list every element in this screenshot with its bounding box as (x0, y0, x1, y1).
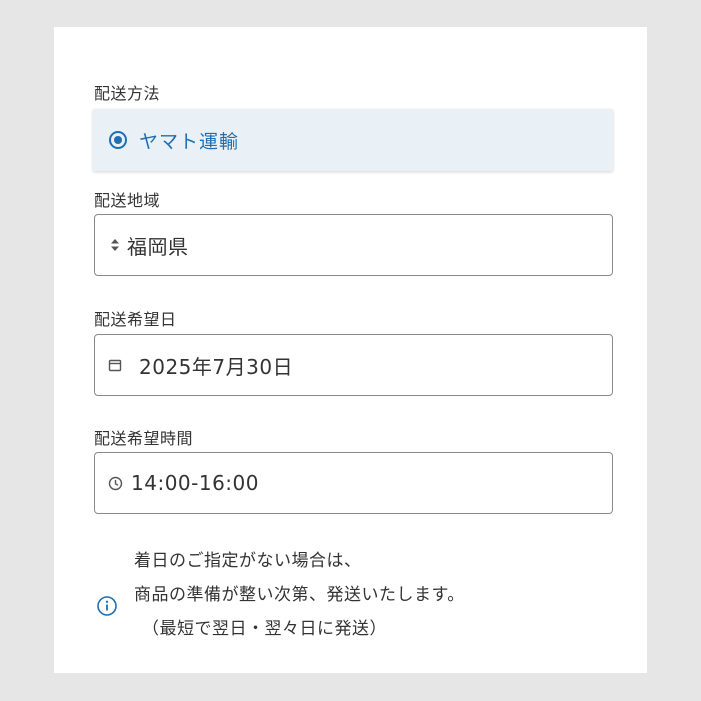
time-label: 配送希望時間 (94, 429, 194, 448)
info-icon (96, 595, 118, 617)
calendar-icon (105, 355, 125, 375)
shipping-method-option[interactable]: ヤマト運輸 (93, 109, 613, 171)
note-line-3: （最短で翌日・翌々日に発送） (142, 619, 387, 639)
region-label: 配送地域 (94, 191, 161, 210)
date-picker[interactable]: 2025年7月30日 (94, 334, 613, 396)
shipping-method-label: 配送方法 (94, 84, 161, 103)
note-line-1: 着日のご指定がない場合は、 (134, 551, 362, 571)
shipping-method-value: ヤマト運輸 (139, 130, 240, 153)
date-label: 配送希望日 (94, 310, 177, 329)
shipping-form-card: 配送方法 ヤマト運輸 配送地域 福岡県 配送希望日 2025年7月30日 配送希… (54, 27, 647, 673)
sort-arrows-icon (105, 235, 125, 255)
date-value: 2025年7月30日 (139, 354, 294, 379)
clock-icon (105, 473, 125, 493)
region-value: 福岡県 (127, 234, 189, 259)
radio-selected-icon[interactable] (109, 131, 127, 149)
region-select[interactable]: 福岡県 (94, 214, 613, 276)
time-picker[interactable]: 14:00-16:00 (94, 452, 613, 514)
time-value: 14:00-16:00 (131, 471, 259, 495)
note-line-2: 商品の準備が整い次第、発送いたします。 (134, 585, 465, 605)
